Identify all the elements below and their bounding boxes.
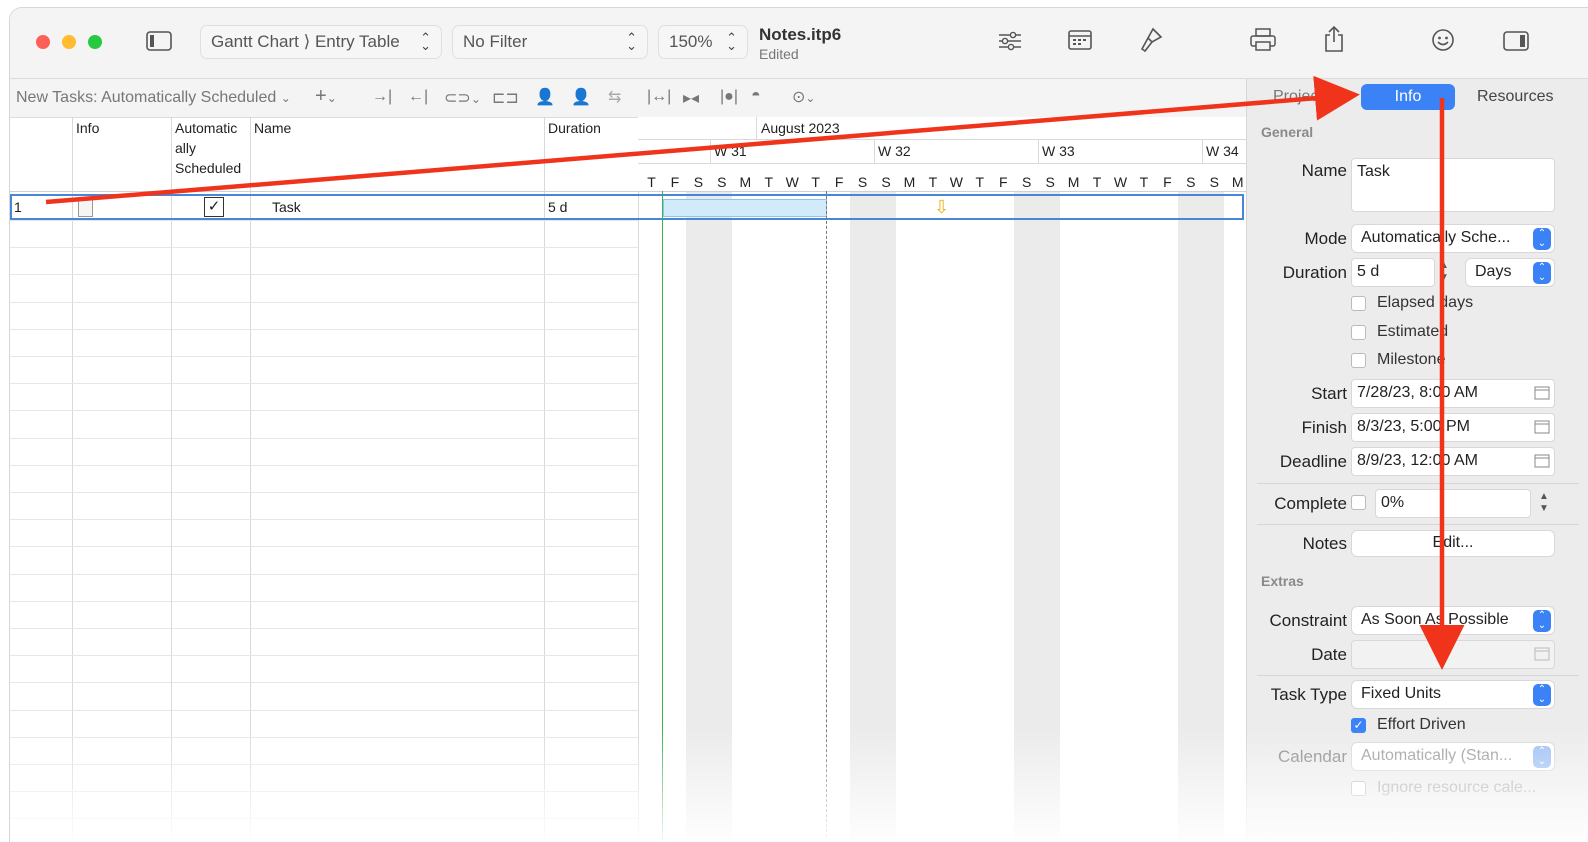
arrow-to-info-tab (45, 75, 1360, 205)
annotation-arrows (45, 75, 1465, 670)
